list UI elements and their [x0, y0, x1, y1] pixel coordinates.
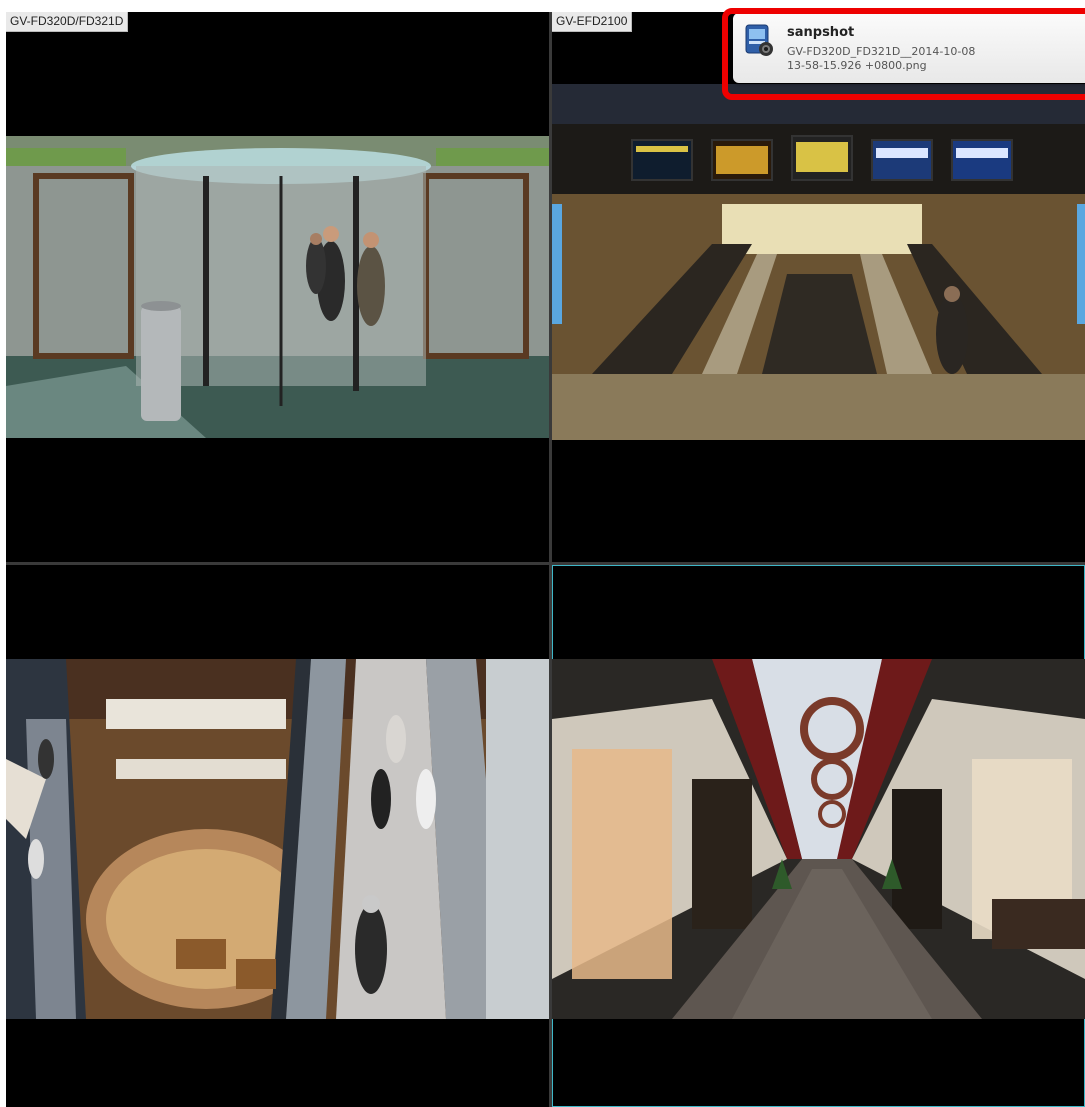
- camera-grid: GV-FD320D/FD321D GV-EFD2100: [6, 12, 1085, 1107]
- camera-feed-image: [552, 659, 1085, 1019]
- camera-feed-image: [552, 84, 1085, 440]
- camera-feed-image: [6, 136, 549, 438]
- highlight-frame: [722, 8, 1085, 100]
- camera-label: GV-FD320D/FD321D: [6, 12, 129, 32]
- camera-view-3[interactable]: [6, 565, 549, 1107]
- camera-feed-image: [6, 659, 549, 1019]
- camera-view-1[interactable]: GV-FD320D/FD321D: [6, 12, 549, 562]
- camera-view-4[interactable]: [552, 565, 1085, 1107]
- camera-label: GV-EFD2100: [552, 12, 633, 32]
